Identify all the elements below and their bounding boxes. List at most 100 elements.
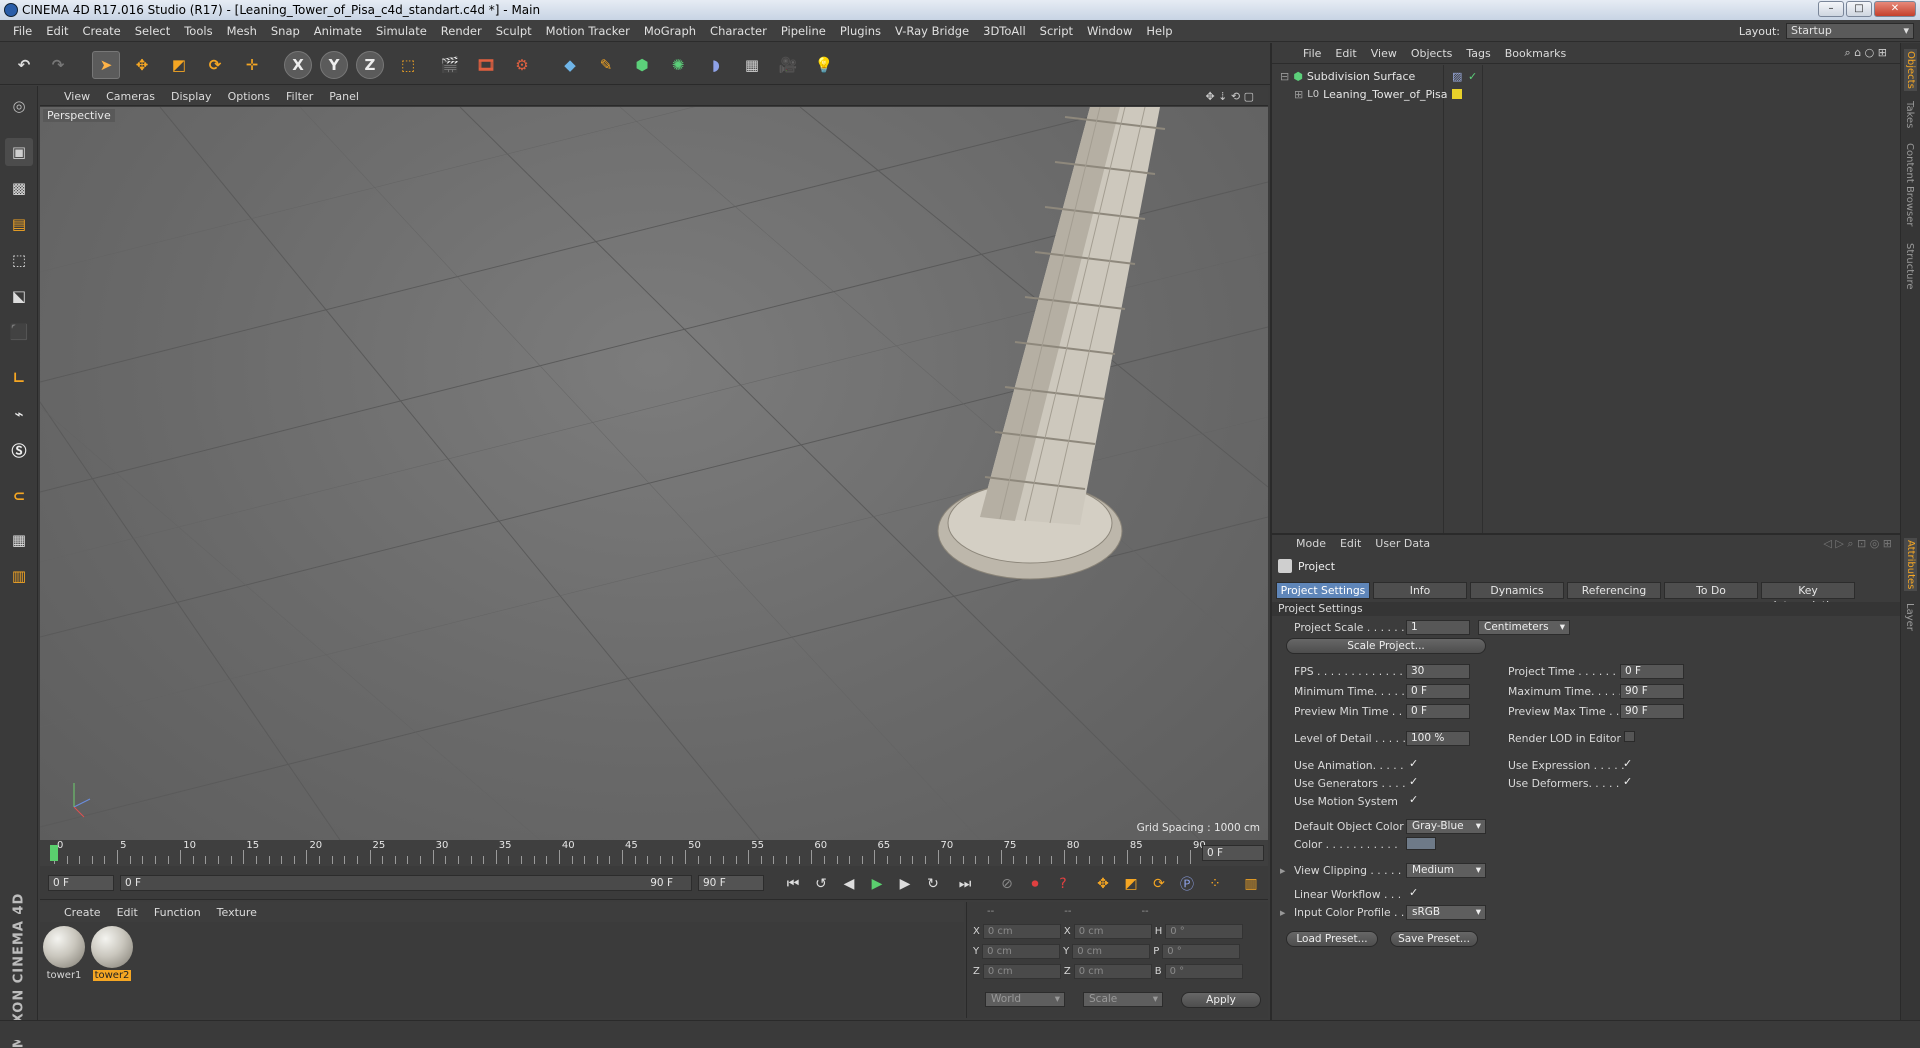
- minimum-time-field[interactable]: 0 F: [1406, 684, 1470, 699]
- live-transform-icon[interactable]: ✛: [238, 51, 266, 79]
- coordinate-system-icon[interactable]: ⬚: [394, 51, 422, 79]
- material-swatch-selected[interactable]: tower2: [89, 926, 135, 981]
- key-rotation-icon[interactable]: ⟳: [1148, 873, 1170, 895]
- preview-range-slider[interactable]: 0 F 90 F: [120, 875, 692, 891]
- project-scale-field[interactable]: 1: [1406, 620, 1470, 635]
- viewport-menu-filter[interactable]: Filter: [278, 90, 321, 103]
- next-key-icon[interactable]: ↻: [922, 873, 944, 895]
- floor-environment-icon[interactable]: ▦: [738, 51, 766, 79]
- tower-model[interactable]: [937, 107, 1166, 580]
- record-keys-icon[interactable]: ⊘: [996, 873, 1018, 895]
- material-swatch[interactable]: tower1: [41, 926, 87, 981]
- level-of-detail-field[interactable]: 100 %: [1406, 731, 1470, 746]
- size-x-field[interactable]: 0 cm: [1073, 924, 1152, 939]
- input-color-profile-expand-icon[interactable]: ▸: [1280, 906, 1285, 919]
- auto-keying-icon[interactable]: ⏺: [1024, 873, 1046, 895]
- rotation-p-field[interactable]: 0 °: [1162, 944, 1241, 959]
- make-editable-icon[interactable]: ◎: [5, 92, 33, 120]
- object-menu-view[interactable]: View: [1364, 47, 1404, 60]
- texture-mode-icon[interactable]: ▩: [5, 174, 33, 202]
- use-animation-checkbox[interactable]: ✓: [1409, 758, 1420, 769]
- object-menu-bookmarks[interactable]: Bookmarks: [1498, 47, 1573, 60]
- menu-edit[interactable]: Edit: [39, 24, 75, 38]
- snap-magnet-icon[interactable]: ⊂: [5, 482, 33, 510]
- tree-expand-icon[interactable]: ⊟: [1280, 70, 1289, 83]
- tab-to-do[interactable]: To Do: [1664, 582, 1758, 599]
- workplane-mode-icon[interactable]: ▤: [5, 210, 33, 238]
- points-mode-icon[interactable]: ⬚: [5, 246, 33, 274]
- select-tool-icon[interactable]: ➤: [92, 51, 120, 79]
- spline-pen-icon[interactable]: ✎: [592, 51, 620, 79]
- viewport-menu-panel[interactable]: Panel: [321, 90, 367, 103]
- model-mode-icon[interactable]: ▣: [5, 138, 33, 166]
- object-menu-objects[interactable]: Objects: [1404, 47, 1460, 60]
- close-button[interactable]: ✕: [1874, 1, 1916, 17]
- end-frame-field[interactable]: 90 F: [698, 875, 764, 891]
- view-clipping-expand-icon[interactable]: ▸: [1280, 864, 1285, 877]
- object-menu-file[interactable]: File: [1296, 47, 1328, 60]
- previous-frame-icon[interactable]: ◀: [838, 873, 860, 895]
- minimize-button[interactable]: –: [1818, 1, 1844, 17]
- tab-info[interactable]: Info: [1373, 582, 1467, 599]
- tab-key-interpolation[interactable]: Key Interpolation: [1761, 582, 1855, 612]
- go-to-start-icon[interactable]: ⏮: [782, 873, 804, 895]
- tab-project-settings[interactable]: Project Settings: [1276, 582, 1370, 599]
- viewport-nav-icons[interactable]: ✥ ⇣ ⟲ ▢: [1197, 90, 1262, 103]
- maximize-button[interactable]: □: [1846, 1, 1872, 17]
- scale-project-button[interactable]: Scale Project...: [1286, 638, 1486, 654]
- tab-structure-vertical[interactable]: Structure: [1904, 243, 1915, 290]
- menu-select[interactable]: Select: [128, 24, 177, 38]
- tab-attributes-vertical[interactable]: Attributes: [1904, 538, 1917, 592]
- material-menu-function[interactable]: Function: [146, 906, 209, 919]
- tab-content-browser-vertical[interactable]: Content Browser: [1904, 143, 1915, 226]
- menu-create[interactable]: Create: [76, 24, 128, 38]
- menu-snap[interactable]: Snap: [264, 24, 307, 38]
- planar-workplane-icon[interactable]: ▥: [5, 562, 33, 590]
- viewport-menu-display[interactable]: Display: [163, 90, 220, 103]
- preview-max-time-field[interactable]: 90 F: [1620, 704, 1684, 719]
- key-pla-icon[interactable]: ⁘: [1204, 873, 1226, 895]
- current-frame-field[interactable]: 0 F: [1202, 845, 1264, 861]
- move-tool-icon[interactable]: ✥: [128, 51, 156, 79]
- project-time-field[interactable]: 0 F: [1620, 664, 1684, 679]
- light-icon[interactable]: 💡: [810, 51, 838, 79]
- color-swatch[interactable]: [1406, 837, 1436, 850]
- menu-sculpt[interactable]: Sculpt: [489, 24, 539, 38]
- z-axis-lock-icon[interactable]: Z: [356, 51, 384, 79]
- menu-mesh[interactable]: Mesh: [220, 24, 264, 38]
- subdivision-surface-icon[interactable]: ⬢: [628, 51, 656, 79]
- use-generators-checkbox[interactable]: ✓: [1409, 776, 1420, 787]
- material-menu-edit[interactable]: Edit: [109, 906, 146, 919]
- menu-script[interactable]: Script: [1033, 24, 1080, 38]
- menu-plugins[interactable]: Plugins: [833, 24, 888, 38]
- workplane-lock-icon[interactable]: ▦: [5, 526, 33, 554]
- deformer-icon[interactable]: ◗: [702, 51, 730, 79]
- menu-help[interactable]: Help: [1139, 24, 1179, 38]
- object-manager-nav-icons[interactable]: ⌕ ⌂ ○ ⊞: [1838, 46, 1894, 60]
- axis-mode-icon[interactable]: ∟: [5, 364, 33, 392]
- size-y-field[interactable]: 0 cm: [1072, 944, 1151, 959]
- default-object-color-dropdown[interactable]: Gray-Blue: [1406, 819, 1486, 834]
- tab-objects-vertical[interactable]: Objects: [1904, 49, 1917, 91]
- attribute-nav-icons[interactable]: ◁ ▷ ⌕ ⊡ ◎ ⊞: [1823, 537, 1892, 551]
- rotate-tool-icon[interactable]: ⟳: [201, 51, 229, 79]
- attribute-menu-user-data[interactable]: User Data: [1375, 537, 1430, 550]
- viewport-menu-cameras[interactable]: Cameras: [98, 90, 163, 103]
- x-axis-lock-icon[interactable]: X: [284, 51, 312, 79]
- layer-toggle-icon[interactable]: ▨: [1452, 70, 1462, 83]
- input-color-profile-dropdown[interactable]: sRGB: [1406, 905, 1486, 920]
- maximum-time-field[interactable]: 90 F: [1620, 684, 1684, 699]
- menu-vray-bridge[interactable]: V-Ray Bridge: [888, 24, 976, 38]
- start-frame-field[interactable]: 0 F: [48, 875, 114, 891]
- tab-dynamics[interactable]: Dynamics: [1470, 582, 1564, 599]
- camera-icon[interactable]: 🎥: [774, 51, 802, 79]
- menu-simulate[interactable]: Simulate: [369, 24, 434, 38]
- tweak-mode-icon[interactable]: ⌁: [5, 400, 33, 428]
- menu-3dtoall[interactable]: 3DToAll: [976, 24, 1033, 38]
- tab-referencing[interactable]: Referencing: [1567, 582, 1661, 599]
- preview-min-time-field[interactable]: 0 F: [1406, 704, 1470, 719]
- menu-file[interactable]: File: [6, 24, 39, 38]
- menu-window[interactable]: Window: [1080, 24, 1139, 38]
- project-scale-unit-dropdown[interactable]: Centimeters: [1478, 620, 1570, 635]
- use-deformers-checkbox[interactable]: ✓: [1623, 776, 1634, 787]
